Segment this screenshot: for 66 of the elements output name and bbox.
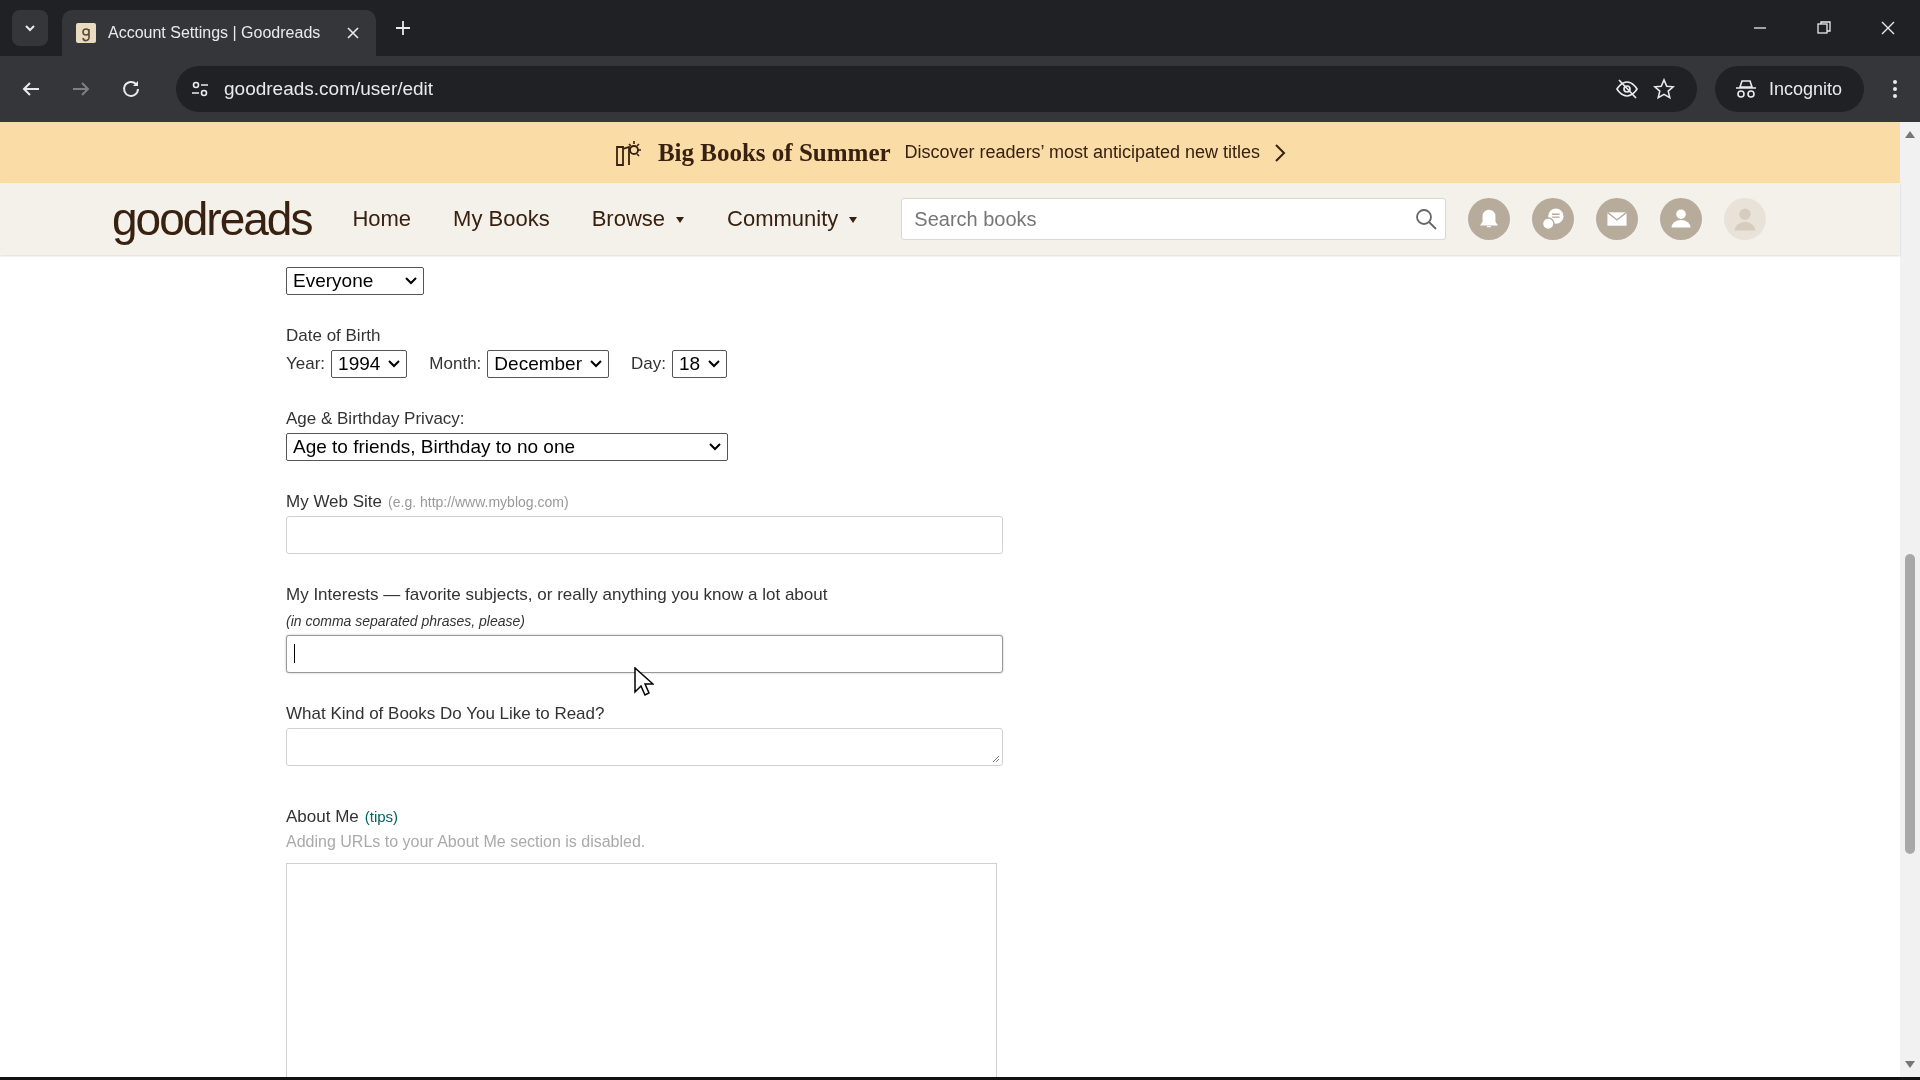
website-input[interactable] [286,516,1003,555]
envelope-icon[interactable] [1596,198,1639,240]
promo-banner[interactable]: Big Books of Summer Discover readers’ most anticipated new titles [0,122,1900,183]
dropdown-caret-icon [675,216,686,224]
location-select[interactable]: Everyone [286,267,424,295]
field-label: What Kind of Books Do You Like to Read? [286,703,605,726]
about-note: Adding URLs to your About Me section is disabled. [286,832,646,851]
mouse-cursor-icon [634,667,654,697]
chevron-down-icon [709,443,721,452]
date-select[interactable]: 1994 [331,350,408,379]
scrollbar-thumb[interactable] [1905,554,1915,854]
chevron-down-icon [388,360,401,369]
scroll-up-icon[interactable] [1905,130,1915,138]
field-label: About Me [286,806,359,829]
chevron-down-icon [405,277,417,285]
bell-icon[interactable] [1468,198,1511,240]
search-icon[interactable] [1414,207,1439,231]
field-hint: (in comma separated phrases, please) [286,613,525,630]
new-tab-icon[interactable] [394,19,412,37]
date-select[interactable]: December [487,350,609,379]
goodreads-logo[interactable]: goodreads [112,192,312,246]
field-label: My Web Site [286,491,383,514]
resize-grip-icon[interactable] [992,755,1000,764]
field-label: My Interests — favorite subjects, or really anything you know a lot about [286,584,828,607]
nav-link[interactable]: Browse [591,206,686,232]
nav-link[interactable]: Home [352,206,412,232]
nav-link[interactable]: My Books [453,206,550,232]
people-icon[interactable] [1660,198,1703,240]
close-icon[interactable] [346,26,360,40]
tips-link[interactable]: (tips) [364,808,399,826]
close-icon[interactable] [1880,20,1896,36]
field-label: Age & Birthday Privacy: [286,408,465,431]
menu-icon[interactable] [1892,78,1898,100]
url-text: goodreads.com/user/edit [224,78,434,100]
field-label: Date of Birth [286,325,381,347]
site-settings-icon[interactable] [190,79,210,99]
scroll-down-icon[interactable] [1905,1061,1915,1069]
field-label: Year: [286,354,326,375]
tab-title: Account Settings | Goodreads [108,24,322,42]
banner-text: Discover readers’ most anticipated new titles [904,142,1261,163]
favicon-icon [76,23,96,43]
scrollbar[interactable] [1900,122,1920,1077]
chevron-down-icon [708,360,721,369]
search-field[interactable]: Search books [901,198,1447,240]
dropdown-caret-icon [848,216,859,224]
field-label: Day: [631,354,666,375]
interests-input[interactable] [286,635,1003,674]
field-label: Month: [429,354,482,375]
chevron-right-icon [1274,142,1287,163]
incognito-chip[interactable]: Incognito [1714,66,1864,112]
restore-icon[interactable] [1816,20,1832,36]
chevron-down-icon [590,360,602,369]
browser-tab[interactable]: Account Settings | Goodreads [62,10,376,56]
incognito-label: Incognito [1768,78,1842,100]
address-bar[interactable]: goodreads.com/user/edit [176,66,1697,112]
chat-bubbles-icon[interactable] [1532,198,1575,240]
nav-link[interactable]: Community [727,206,859,232]
privacy-select[interactable]: Age to friends, Birthday to no one [286,433,728,462]
reload-icon[interactable] [120,78,142,100]
incognito-icon [1734,79,1757,99]
date-select[interactable]: 18 [671,350,728,379]
eye-slash-icon[interactable] [1614,77,1639,101]
tab-search-button[interactable] [12,10,48,46]
field-hint: (e.g. http://www.myblog.com) [388,494,569,511]
banner-title: Big Books of Summer [657,138,891,167]
star-icon[interactable] [1652,78,1675,100]
